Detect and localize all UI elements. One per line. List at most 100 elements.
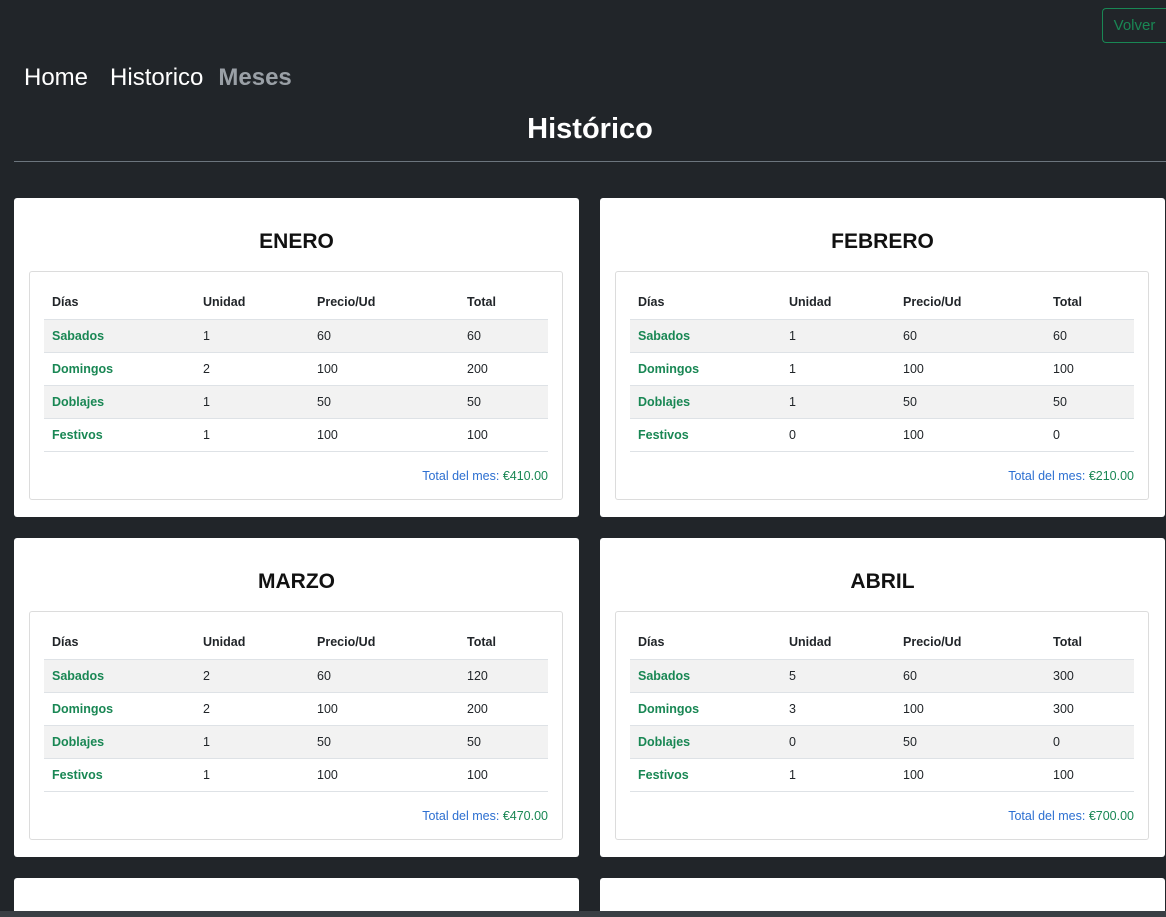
month-table-container: Días Unidad Precio/Ud Total Sabados 1 60… [615, 271, 1149, 500]
total-cell: 100 [1045, 352, 1134, 386]
unidad-cell: 1 [195, 418, 309, 452]
total-cell: 200 [459, 692, 548, 726]
header-total: Total [1045, 626, 1134, 660]
precio-cell: 50 [309, 725, 459, 759]
total-cell: 300 [1045, 692, 1134, 726]
unidad-cell: 0 [781, 418, 895, 452]
header-precio: Precio/Ud [309, 286, 459, 320]
unidad-cell: 1 [195, 319, 309, 353]
month-table-container: Días Unidad Precio/Ud Total Sabados 2 60… [29, 611, 563, 840]
precio-cell: 60 [895, 659, 1045, 693]
volver-button[interactable]: Volver [1102, 8, 1166, 43]
table-row: Sabados 1 60 60 [44, 319, 548, 353]
day-cell: Domingos [630, 352, 781, 386]
table-row: Sabados 5 60 300 [630, 659, 1134, 693]
precio-cell: 100 [895, 692, 1045, 726]
month-total-amount: €470.00 [502, 809, 548, 823]
total-cell: 200 [459, 352, 548, 386]
total-cell: 50 [459, 385, 548, 419]
month-table: Días Unidad Precio/Ud Total Sabados 2 60… [44, 626, 548, 792]
day-cell: Doblajes [630, 385, 781, 419]
day-cell: Festivos [630, 418, 781, 452]
total-cell: 0 [1045, 418, 1134, 452]
header-total: Total [459, 626, 548, 660]
table-row: Doblajes 1 50 50 [44, 725, 548, 759]
unidad-cell: 1 [195, 385, 309, 419]
total-cell: 50 [459, 725, 548, 759]
table-row: Domingos 2 100 200 [44, 352, 548, 386]
header-precio: Precio/Ud [309, 626, 459, 660]
total-cell: 100 [459, 758, 548, 792]
month-table-container: Días Unidad Precio/Ud Total Sabados 1 60… [29, 271, 563, 500]
precio-cell: 100 [895, 758, 1045, 792]
unidad-cell: 1 [195, 725, 309, 759]
month-title: ENERO [259, 230, 334, 253]
table-row: Domingos 2 100 200 [44, 692, 548, 726]
precio-cell: 100 [309, 758, 459, 792]
month-total-amount: €700.00 [1088, 809, 1134, 823]
month-card: ENERO Días Unidad Precio/Ud Total Sabado… [14, 198, 579, 517]
table-row: Festivos 1 100 100 [44, 758, 548, 792]
unidad-cell: 1 [195, 758, 309, 792]
month-table: Días Unidad Precio/Ud Total Sabados 1 60… [44, 286, 548, 452]
month-total: Total del mes: €700.00 [1008, 809, 1134, 823]
unidad-cell: 1 [781, 319, 895, 353]
header-total: Total [459, 286, 548, 320]
unidad-cell: 1 [781, 758, 895, 792]
total-cell: 100 [459, 418, 548, 452]
table-header-row: Días Unidad Precio/Ud Total [44, 626, 548, 660]
header-unidad: Unidad [195, 286, 309, 320]
unidad-cell: 2 [195, 692, 309, 726]
day-cell: Doblajes [630, 725, 781, 759]
day-cell: Festivos [44, 418, 195, 452]
month-total-label: Total del mes: [1008, 809, 1089, 823]
precio-cell: 60 [309, 319, 459, 353]
header-precio: Precio/Ud [895, 626, 1045, 660]
total-cell: 120 [459, 659, 548, 693]
precio-cell: 50 [895, 385, 1045, 419]
main-nav: Home Historico Meses [24, 64, 292, 92]
unidad-cell: 2 [195, 352, 309, 386]
page-title: Histórico [527, 113, 653, 145]
table-row: Sabados 1 60 60 [630, 319, 1134, 353]
unidad-cell: 5 [781, 659, 895, 693]
table-row: Doblajes 1 50 50 [44, 385, 548, 419]
header-dias: Días [630, 286, 781, 320]
day-cell: Sabados [630, 319, 781, 353]
precio-cell: 50 [895, 725, 1045, 759]
table-row: Festivos 1 100 100 [44, 418, 548, 452]
nav-link-home[interactable]: Home [24, 64, 88, 92]
month-table: Días Unidad Precio/Ud Total Sabados 5 60… [630, 626, 1134, 792]
nav-link-historico[interactable]: Historico [110, 64, 203, 92]
scrollbar-horizontal[interactable] [0, 911, 1166, 917]
unidad-cell: 1 [781, 385, 895, 419]
precio-cell: 100 [895, 418, 1045, 452]
day-cell: Sabados [44, 319, 195, 353]
month-card: ABRIL Días Unidad Precio/Ud Total Sabado… [600, 538, 1165, 857]
total-cell: 300 [1045, 659, 1134, 693]
precio-cell: 100 [895, 352, 1045, 386]
table-header-row: Días Unidad Precio/Ud Total [44, 286, 548, 320]
table-row: Festivos 1 100 100 [630, 758, 1134, 792]
month-total: Total del mes: €470.00 [422, 809, 548, 823]
month-card: FEBRERO Días Unidad Precio/Ud Total Saba… [600, 198, 1165, 517]
month-card: MARZO Días Unidad Precio/Ud Total Sabado… [14, 538, 579, 857]
nav-link-meses[interactable]: Meses [218, 64, 291, 92]
title-divider [14, 161, 1166, 162]
day-cell: Domingos [630, 692, 781, 726]
month-total-label: Total del mes: [1008, 469, 1089, 483]
header-dias: Días [44, 626, 195, 660]
header-unidad: Unidad [195, 626, 309, 660]
header-dias: Días [630, 626, 781, 660]
table-row: Doblajes 1 50 50 [630, 385, 1134, 419]
month-total-amount: €210.00 [1088, 469, 1134, 483]
month-title: FEBRERO [831, 230, 934, 253]
month-title: ABRIL [850, 570, 915, 593]
total-cell: 100 [1045, 758, 1134, 792]
table-header-row: Días Unidad Precio/Ud Total [630, 286, 1134, 320]
header-dias: Días [44, 286, 195, 320]
day-cell: Sabados [630, 659, 781, 693]
precio-cell: 60 [895, 319, 1045, 353]
day-cell: Doblajes [44, 385, 195, 419]
month-total: Total del mes: €410.00 [422, 469, 548, 483]
